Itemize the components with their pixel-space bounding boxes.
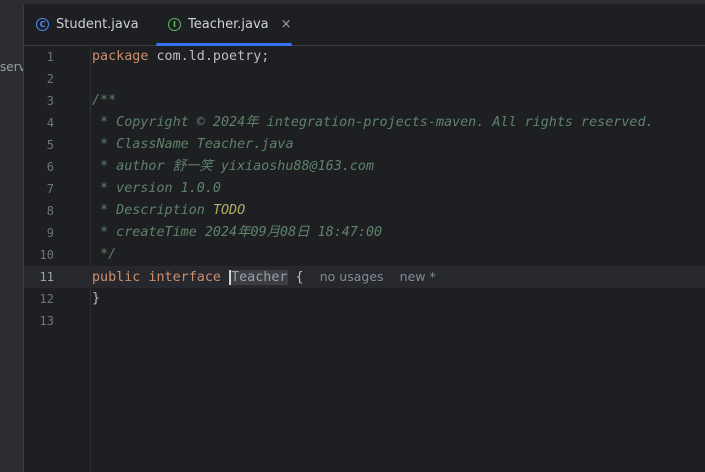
project-panel-cut-label: serv bbox=[0, 60, 24, 74]
keyword-public: public bbox=[92, 270, 141, 285]
code-line-4[interactable]: * Copyright © 2024年 integration-projects… bbox=[92, 112, 654, 134]
open-brace: { bbox=[287, 270, 304, 285]
close-tab-icon[interactable]: × bbox=[281, 18, 292, 31]
usages-hint[interactable]: no usages bbox=[320, 269, 384, 284]
editor-tab-bar: C Student.java I Teacher.java × bbox=[24, 4, 705, 46]
tab-student-java[interactable]: C Student.java bbox=[36, 4, 139, 45]
line-number[interactable]: 8 bbox=[24, 200, 54, 222]
line-number-current[interactable]: 11 bbox=[24, 266, 54, 288]
line-number[interactable]: 7 bbox=[24, 178, 54, 200]
doc-description: * Description bbox=[92, 203, 213, 218]
tab-label: Student.java bbox=[56, 17, 139, 32]
code-line-10[interactable]: */ bbox=[92, 244, 116, 266]
keyword-interface: interface bbox=[148, 270, 221, 285]
class-icon: C bbox=[36, 18, 49, 31]
code-line-8[interactable]: * Description TODO bbox=[92, 200, 245, 222]
project-panel-edge[interactable]: serv bbox=[0, 4, 24, 472]
code-line-5[interactable]: * ClassName Teacher.java bbox=[92, 134, 294, 156]
todo-marker: TODO bbox=[212, 203, 246, 218]
author-hint[interactable]: new * bbox=[400, 269, 436, 284]
code-line-9[interactable]: * createTime 2024年09月08日 18:47:00 bbox=[92, 222, 382, 244]
code-line-11[interactable]: public interface Teacher { no usages new… bbox=[92, 266, 436, 288]
tab-label: Teacher.java bbox=[188, 17, 269, 32]
line-number[interactable]: 9 bbox=[24, 222, 54, 244]
line-number[interactable]: 6 bbox=[24, 156, 54, 178]
code-line-3[interactable]: /** bbox=[92, 90, 116, 112]
tab-teacher-java[interactable]: I Teacher.java × bbox=[156, 4, 292, 46]
package-name: com.ld.poetry; bbox=[148, 49, 270, 64]
line-number[interactable]: 13 bbox=[24, 310, 54, 332]
interface-icon: I bbox=[168, 18, 181, 31]
code-line-12[interactable]: } bbox=[92, 288, 100, 310]
line-number[interactable]: 5 bbox=[24, 134, 54, 156]
line-number[interactable]: 12 bbox=[24, 288, 54, 310]
line-number[interactable]: 3 bbox=[24, 90, 54, 112]
line-number[interactable]: 1 bbox=[24, 46, 54, 68]
keyword-package: package bbox=[92, 49, 149, 64]
code-line-1[interactable]: package com.ld.poetry; bbox=[92, 46, 269, 68]
line-number[interactable]: 10 bbox=[24, 244, 54, 266]
code-line-6[interactable]: * author 舒一笑 yixiaoshu88@163.com bbox=[92, 156, 374, 178]
interface-name-teacher[interactable]: Teacher bbox=[229, 270, 288, 285]
code-line-7[interactable]: * version 1.0.0 bbox=[92, 178, 221, 200]
line-number[interactable]: 2 bbox=[24, 68, 54, 90]
line-number[interactable]: 4 bbox=[24, 112, 54, 134]
